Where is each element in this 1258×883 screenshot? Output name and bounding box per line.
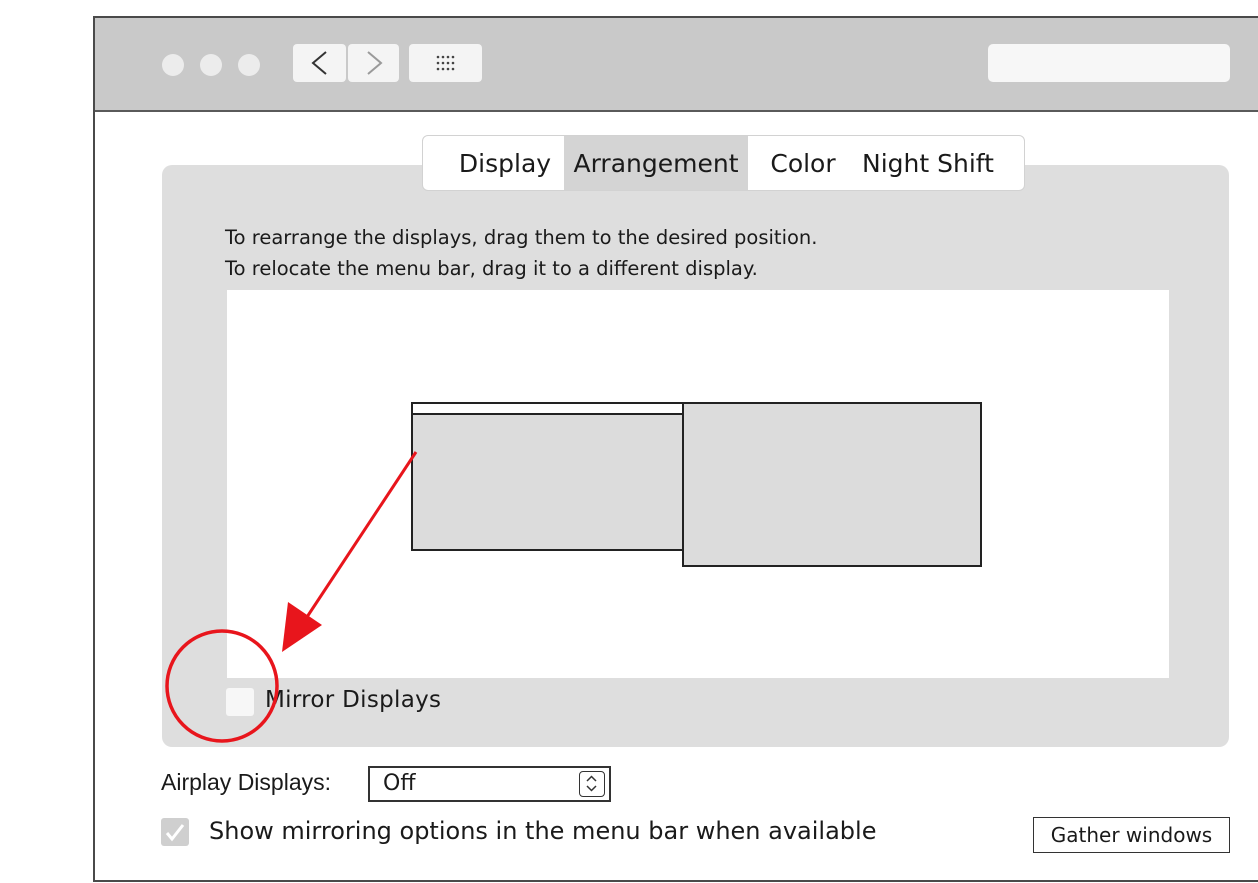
mirror-displays-checkbox[interactable] (226, 688, 254, 716)
stepper-arrows-icon (579, 771, 605, 797)
tab-bar: Display Arrangement Color Night Shift (422, 135, 1025, 191)
airplay-displays-select[interactable]: Off (368, 766, 611, 802)
search-field[interactable] (988, 44, 1230, 82)
tab-color[interactable]: Color (759, 136, 847, 190)
close-window-dot[interactable] (162, 54, 184, 76)
tab-display[interactable]: Display (445, 136, 565, 190)
app-grid-icon (436, 55, 454, 71)
zoom-window-dot[interactable] (238, 54, 260, 76)
display-arrangement-area (227, 290, 1169, 678)
chevron-right-icon (366, 51, 383, 75)
minimize-window-dot[interactable] (200, 54, 222, 76)
tab-arrangement[interactable]: Arrangement (564, 136, 748, 190)
instruction-menu-bar: To relocate the menu bar, drag it to a d… (225, 257, 758, 280)
mirror-displays-label: Mirror Displays (265, 687, 442, 713)
show-all-button[interactable] (409, 44, 482, 82)
show-mirroring-label: Show mirroring options in the menu bar w… (209, 817, 877, 845)
airplay-selected-value: Off (383, 771, 416, 796)
instruction-rearrange: To rearrange the displays, drag them to … (225, 226, 818, 249)
primary-display[interactable] (411, 402, 684, 551)
airplay-displays-label: Airplay Displays: (161, 769, 331, 795)
preferences-window: Display Arrangement Color Night Shift To… (93, 16, 1258, 882)
chevron-left-icon (310, 51, 327, 75)
show-mirroring-checkbox[interactable] (161, 818, 189, 846)
menu-bar-indicator[interactable] (411, 402, 684, 415)
back-button[interactable] (293, 44, 346, 82)
secondary-display[interactable] (682, 402, 982, 567)
forward-button[interactable] (348, 44, 399, 82)
gather-windows-button[interactable]: Gather windows (1033, 817, 1230, 853)
toolbar (95, 18, 1258, 112)
checkmark-icon (165, 824, 185, 842)
tab-night-shift[interactable]: Night Shift (855, 136, 1001, 190)
